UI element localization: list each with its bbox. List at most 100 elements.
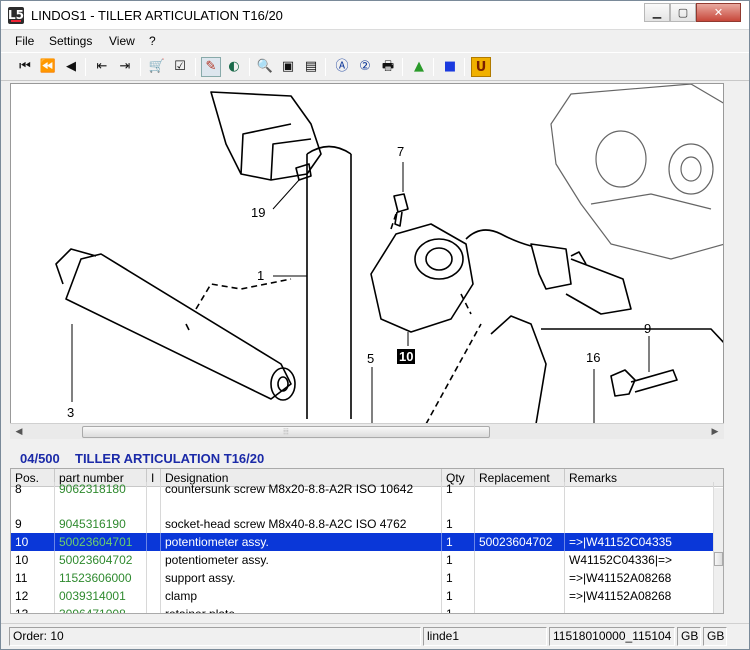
callout-19[interactable]: 19 bbox=[251, 205, 265, 220]
scroll-right-icon[interactable]: ▶ bbox=[708, 426, 722, 438]
window-title: LINDOS1 - TILLER ARTICULATION T16/20 bbox=[31, 8, 283, 23]
cell-remarks: =>|W41152A08268 bbox=[565, 569, 714, 587]
cell-remarks bbox=[565, 515, 714, 533]
cell-pos: 10 bbox=[11, 533, 55, 551]
cell-i bbox=[147, 551, 161, 569]
scroll-thumb[interactable]: ⦙⦙⦙ bbox=[82, 426, 490, 438]
cell-part: 11523606000 bbox=[55, 569, 147, 587]
a-circle-icon[interactable]: Ⓐ bbox=[332, 57, 352, 77]
table-row[interactable]: 9 9045316190 socket-head screw M8x40-8.8-A… bbox=[11, 515, 714, 533]
checklist-icon[interactable]: ☑ bbox=[170, 57, 190, 77]
table-row[interactable]: 8 9062318180 countersunk screw M8x20-8.8-A… bbox=[11, 482, 714, 515]
callout-16[interactable]: 16 bbox=[586, 350, 600, 365]
parts-table: Pos. part number I Designation Qty Repla… bbox=[10, 468, 724, 614]
u-icon[interactable]: U bbox=[471, 57, 491, 77]
blue-square-icon[interactable]: ■ bbox=[440, 57, 460, 77]
prev-icon[interactable]: ◀ bbox=[61, 57, 81, 77]
cell-remarks bbox=[565, 482, 714, 515]
parts-list-header: 04/500 TILLER ARTICULATION T16/20 bbox=[10, 449, 724, 467]
callout-7[interactable]: 7 bbox=[397, 144, 404, 159]
cell-pos: 9 bbox=[11, 515, 55, 533]
cell-replacement bbox=[475, 551, 565, 569]
table-vertical-scrollbar[interactable] bbox=[713, 488, 723, 613]
cell-i bbox=[147, 569, 161, 587]
window-controls: ▁ ▢ ✕ bbox=[644, 3, 741, 22]
cell-part: 50023604702 bbox=[55, 551, 147, 569]
title-bar: L5 LINDOS1 - TILLER ARTICULATION T16/20 … bbox=[1, 1, 749, 30]
cell-designation: socket-head screw M8x40-8.8-A2C ISO 4762 bbox=[161, 515, 442, 533]
cell-replacement bbox=[475, 587, 565, 605]
menu-view[interactable]: View bbox=[109, 34, 135, 48]
status-lang-1: GB bbox=[677, 627, 701, 646]
cell-i bbox=[147, 482, 161, 515]
cell-part: 9045316190 bbox=[55, 515, 147, 533]
cell-part: 50023604701 bbox=[55, 533, 147, 551]
cell-replacement bbox=[475, 605, 565, 613]
close-button[interactable]: ✕ bbox=[696, 3, 741, 22]
cell-designation: potentiometer assy. bbox=[161, 533, 442, 551]
drawing-horizontal-scrollbar[interactable]: ◀ ⦙⦙⦙ ▶ bbox=[10, 423, 724, 439]
cell-designation: support assy. bbox=[161, 569, 442, 587]
cell-replacement bbox=[475, 569, 565, 587]
cart-icon[interactable]: 🛒 bbox=[147, 57, 167, 77]
app-logo-icon: L5 bbox=[8, 7, 24, 24]
zoom-icon[interactable]: 🔍 bbox=[255, 57, 275, 77]
cell-i bbox=[147, 515, 161, 533]
cell-replacement bbox=[475, 515, 565, 533]
status-user: linde1 bbox=[423, 627, 547, 646]
page-alt-icon[interactable]: ▤ bbox=[301, 57, 321, 77]
callout-9[interactable]: 9 bbox=[644, 321, 651, 336]
cell-replacement: 50023604702 bbox=[475, 533, 565, 551]
drawing-canvas bbox=[55, 84, 723, 424]
page-icon[interactable]: ▣ bbox=[278, 57, 298, 77]
group-title: TILLER ARTICULATION T16/20 bbox=[75, 451, 265, 466]
cell-pos: 10 bbox=[11, 551, 55, 569]
cell-designation: countersunk screw M8x20-8.8-A2R ISO 1064… bbox=[161, 482, 442, 515]
cell-qty: 1 bbox=[442, 569, 475, 587]
table-row-selected[interactable]: 10 50023604701 potentiometer assy. 1 5002360… bbox=[11, 533, 714, 551]
table-row[interactable]: 13 3096471008 retainer plate 1 bbox=[11, 605, 714, 613]
cell-qty: 1 bbox=[442, 482, 475, 515]
callout-5[interactable]: 5 bbox=[367, 351, 374, 366]
callout-3[interactable]: 3 bbox=[67, 405, 74, 420]
cell-qty: 1 bbox=[442, 587, 475, 605]
table-scroll-thumb[interactable] bbox=[714, 552, 723, 566]
table-row[interactable]: 12 0039314001 clamp 1 =>|W41152A08268 bbox=[11, 587, 714, 605]
exploded-drawing[interactable]: 7 19 1 5 10 9 16 3 bbox=[10, 83, 724, 438]
two-circle-icon[interactable]: ② bbox=[355, 57, 375, 77]
prev-fast-icon[interactable]: ⏪ bbox=[38, 57, 58, 77]
cell-i bbox=[147, 605, 161, 613]
cell-qty: 1 bbox=[442, 533, 475, 551]
green-book-icon[interactable]: ▲ bbox=[409, 57, 429, 77]
callout-10[interactable]: 10 bbox=[397, 349, 416, 364]
cell-remarks: W41152C04336|=> bbox=[565, 551, 714, 569]
cell-designation: potentiometer assy. bbox=[161, 551, 442, 569]
cell-qty: 1 bbox=[442, 551, 475, 569]
minimize-button[interactable]: ▁ bbox=[644, 3, 670, 22]
scroll-left-icon[interactable]: ◀ bbox=[12, 426, 26, 438]
cell-remarks: =>|W41152C04335 bbox=[565, 533, 714, 551]
cell-remarks: =>|W41152A08268 bbox=[565, 587, 714, 605]
cell-replacement bbox=[475, 482, 565, 515]
main-window: L5 LINDOS1 - TILLER ARTICULATION T16/20 … bbox=[0, 0, 750, 650]
cell-pos: 12 bbox=[11, 587, 55, 605]
page-back-icon[interactable]: ⇤ bbox=[92, 57, 112, 77]
status-order: Order: 10 bbox=[9, 627, 421, 646]
cell-i bbox=[147, 533, 161, 551]
cell-qty: 1 bbox=[442, 605, 475, 613]
menu-help[interactable]: ? bbox=[149, 34, 156, 48]
table-row[interactable]: 11 11523606000 support assy. 1 =>|W41152A082… bbox=[11, 569, 714, 587]
callout-1[interactable]: 1 bbox=[257, 268, 264, 283]
no-edit-icon[interactable]: ✎ bbox=[201, 57, 221, 77]
globe-icon[interactable]: ◐ bbox=[224, 57, 244, 77]
print-icon[interactable]: 🖶 bbox=[378, 57, 398, 77]
maximize-button[interactable]: ▢ bbox=[670, 3, 696, 22]
first-icon[interactable]: ⏮ bbox=[15, 57, 35, 77]
menu-file[interactable]: File bbox=[15, 34, 34, 48]
table-row[interactable]: 10 50023604702 potentiometer assy. 1 W41152C… bbox=[11, 551, 714, 569]
page-forward-icon[interactable]: ⇥ bbox=[115, 57, 135, 77]
toolbar: ⏮ ⏪ ◀ ⇤ ⇥ 🛒 ☑ ✎ ◐ 🔍 ▣ ▤ Ⓐ ② 🖶 ▲ ■ U bbox=[1, 52, 749, 81]
cell-pos: 13 bbox=[11, 605, 55, 613]
menu-settings[interactable]: Settings bbox=[49, 34, 92, 48]
status-code: 11518010000_115104 bbox=[549, 627, 675, 646]
